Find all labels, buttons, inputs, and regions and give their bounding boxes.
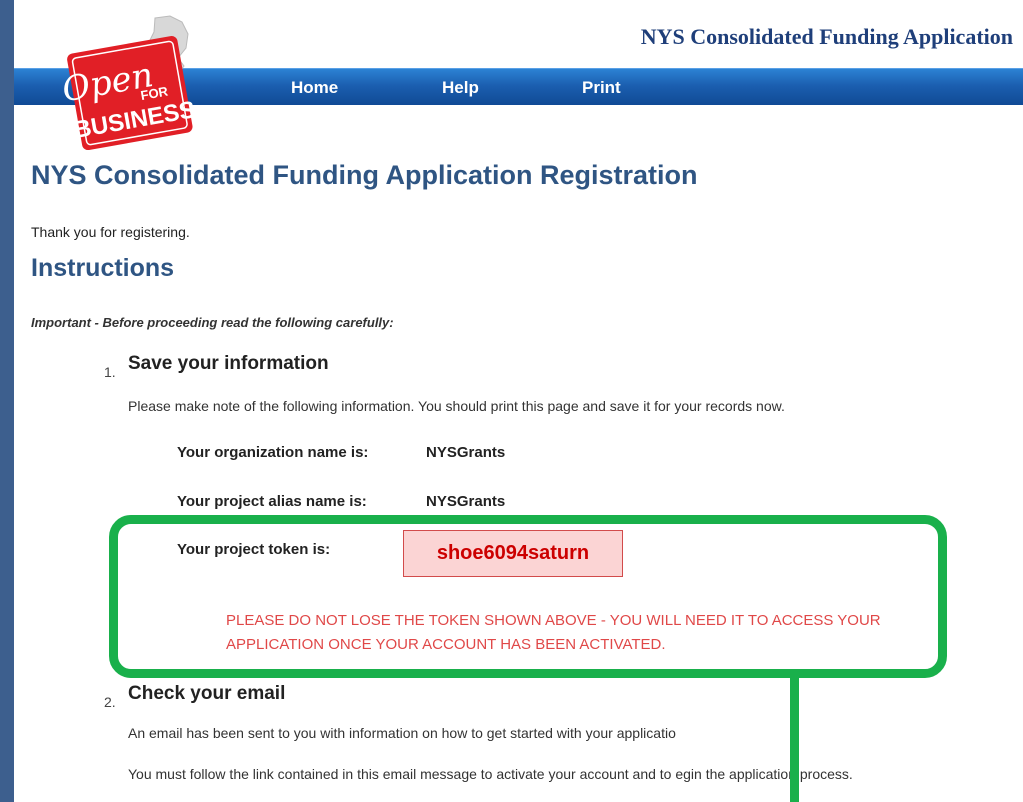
- thank-you-text: Thank you for registering.: [31, 224, 190, 240]
- nav-home-link[interactable]: Home: [291, 78, 338, 98]
- step-1-text: Please make note of the following inform…: [128, 398, 785, 414]
- alias-name-value: NYSGrants: [426, 493, 506, 510]
- page: NYS Consolidated Funding Application Hom…: [14, 0, 1023, 802]
- nav-help-link[interactable]: Help: [442, 78, 479, 98]
- org-name-value: NYSGrants: [426, 444, 506, 461]
- important-notice: Important - Before proceeding read the f…: [31, 315, 394, 330]
- alias-name-label: Your project alias name is:: [177, 493, 367, 510]
- step-1-title: Save your information: [128, 353, 329, 374]
- instructions-heading: Instructions: [31, 254, 175, 282]
- page-title: NYS Consolidated Funding Application Reg…: [31, 160, 698, 190]
- site-title: NYS Consolidated Funding Application: [640, 24, 1013, 49]
- highlight-connector: [790, 678, 799, 802]
- highlight-frame: [109, 515, 947, 678]
- step-2-text-1: An email has been sent to you with infor…: [128, 725, 676, 741]
- open-for-business-logo: Open FOR BUSINESS: [60, 15, 197, 151]
- step-1-number: 1.: [104, 364, 116, 380]
- step-2-title: Check your email: [128, 683, 286, 704]
- step-2-text-2: You must follow the link contained in th…: [128, 766, 853, 782]
- step-2-number: 2.: [104, 694, 116, 710]
- nav-print-link[interactable]: Print: [582, 78, 621, 98]
- org-name-label: Your organization name is:: [177, 444, 369, 461]
